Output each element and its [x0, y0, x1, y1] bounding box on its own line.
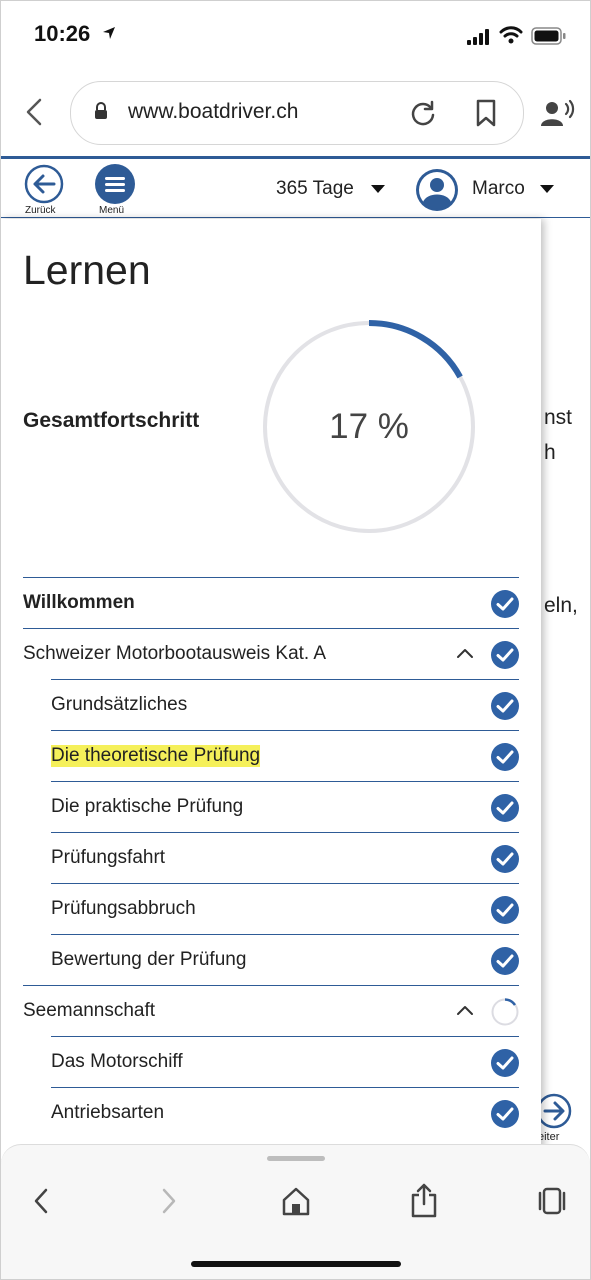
user-caret-icon[interactable] — [540, 185, 554, 193]
nav-divider — [51, 1036, 519, 1037]
menu-hamburger-icon[interactable] — [95, 164, 135, 204]
nav-item[interactable]: Prüfungsabbruch — [1, 883, 541, 934]
nav-item-label[interactable]: Die praktische Prüfung — [51, 796, 243, 818]
nav-divider — [51, 883, 519, 884]
nav-item[interactable]: Grundsätzliches — [1, 679, 541, 730]
nav-item-label[interactable]: Seemannschaft — [23, 1000, 155, 1022]
back-button-label[interactable]: Zurück — [25, 205, 56, 216]
nav-item-label[interactable]: Prüfungsfahrt — [51, 847, 165, 869]
check-circle-icon — [491, 692, 519, 720]
check-circle-icon — [491, 845, 519, 873]
overall-progress-label: Gesamtfortschritt — [23, 409, 200, 432]
next-label[interactable]: eiter — [538, 1131, 559, 1143]
home-indicator — [191, 1261, 401, 1267]
status-time: 10:26 — [34, 21, 91, 46]
nav-item[interactable]: Seemannschaft — [1, 985, 541, 1036]
nav-divider — [23, 577, 519, 578]
learning-panel: Lernen Gesamtfortschritt 17 % Willkommen… — [1, 219, 541, 1159]
background-text-fragment: eln, — [544, 594, 578, 617]
nav-item-label[interactable]: Antriebsarten — [51, 1102, 164, 1124]
reload-icon[interactable] — [409, 99, 437, 127]
status-bar: 10:26 — [1, 1, 590, 65]
toolbar-forward-icon[interactable] — [159, 1187, 179, 1215]
progress-ring-arc — [368, 320, 463, 379]
nav-divider — [51, 832, 519, 833]
nav-item-label[interactable]: Das Motorschiff — [51, 1051, 183, 1073]
nav-item-label[interactable]: Die theoretische Prüfung — [51, 745, 261, 767]
nav-item[interactable]: Schweizer Motorbootausweis Kat. A — [1, 628, 541, 679]
progress-spinner-icon — [491, 998, 519, 1026]
nav-divider — [51, 1087, 519, 1088]
nav-divider — [23, 628, 519, 629]
nav-divider — [23, 985, 519, 986]
nav-item[interactable]: Die theoretische Prüfung — [1, 730, 541, 781]
cellular-signal-icon — [467, 29, 489, 45]
check-circle-icon — [491, 896, 519, 924]
toolbar-home-icon[interactable] — [282, 1186, 310, 1216]
background-text-fragment: h — [544, 441, 556, 464]
course-nav-list: Willkommen Schweizer Motorbootausweis Kat… — [1, 577, 541, 1138]
nav-item[interactable]: Die praktische Prüfung — [1, 781, 541, 832]
check-circle-icon — [491, 590, 519, 618]
nav-divider — [51, 781, 519, 782]
chevron-up-icon[interactable] — [456, 1003, 474, 1017]
wifi-icon — [499, 26, 523, 44]
nav-item[interactable]: Antriebsarten — [1, 1087, 541, 1138]
days-caret-icon[interactable] — [371, 185, 385, 193]
toolbar-share-icon[interactable] — [410, 1182, 438, 1218]
nav-item-label[interactable]: Grundsätzliches — [51, 694, 187, 716]
user-name-dropdown[interactable]: Marco — [472, 178, 525, 200]
background-text-fragment: nst — [544, 406, 573, 429]
screen: 10:26 www.boatdriver.ch Zurück Menü 365 … — [0, 0, 591, 1280]
days-dropdown[interactable]: 365 Tage — [276, 178, 354, 200]
check-circle-icon — [491, 641, 519, 669]
nav-item[interactable]: Bewertung der Prüfung — [1, 934, 541, 985]
next-arrow-icon[interactable] — [536, 1091, 572, 1131]
toolbar-tabs-icon[interactable] — [536, 1187, 568, 1215]
chevron-up-icon[interactable] — [456, 646, 474, 660]
check-circle-icon — [491, 1049, 519, 1077]
nav-item[interactable]: Willkommen — [1, 577, 541, 628]
location-arrow-icon — [103, 27, 115, 39]
nav-divider — [51, 679, 519, 680]
nav-item[interactable]: Prüfungsfahrt — [1, 832, 541, 883]
toolbar-back-icon[interactable] — [31, 1187, 51, 1215]
check-circle-icon — [491, 1100, 519, 1128]
user-avatar-icon[interactable] — [415, 168, 459, 212]
check-circle-icon — [491, 947, 519, 975]
lock-icon — [95, 102, 107, 119]
nav-item-label[interactable]: Schweizer Motorbootausweis Kat. A — [23, 643, 326, 665]
nav-item-label[interactable]: Bewertung der Prüfung — [51, 949, 246, 971]
browser-back-chevron-icon[interactable] — [23, 97, 45, 127]
menu-button-label[interactable]: Menü — [99, 205, 124, 216]
nav-item-label[interactable]: Willkommen — [23, 592, 135, 614]
nav-divider — [51, 730, 519, 731]
check-circle-icon — [491, 794, 519, 822]
battery-icon — [531, 27, 566, 45]
url-text[interactable]: www.boatdriver.ch — [128, 100, 298, 124]
nav-item-label[interactable]: Prüfungsabbruch — [51, 898, 196, 920]
back-circle-icon[interactable] — [24, 164, 64, 204]
address-bar[interactable]: www.boatdriver.ch — [70, 81, 524, 145]
toolbar-grabber[interactable] — [267, 1156, 325, 1161]
check-circle-icon — [491, 743, 519, 771]
nav-item[interactable]: Das Motorschiff — [1, 1036, 541, 1087]
voice-reader-icon[interactable] — [541, 99, 575, 127]
bookmark-icon[interactable] — [475, 99, 497, 127]
progress-percent-text: 17 % — [329, 407, 409, 446]
nav-divider — [51, 934, 519, 935]
panel-title: Lernen — [23, 247, 151, 293]
